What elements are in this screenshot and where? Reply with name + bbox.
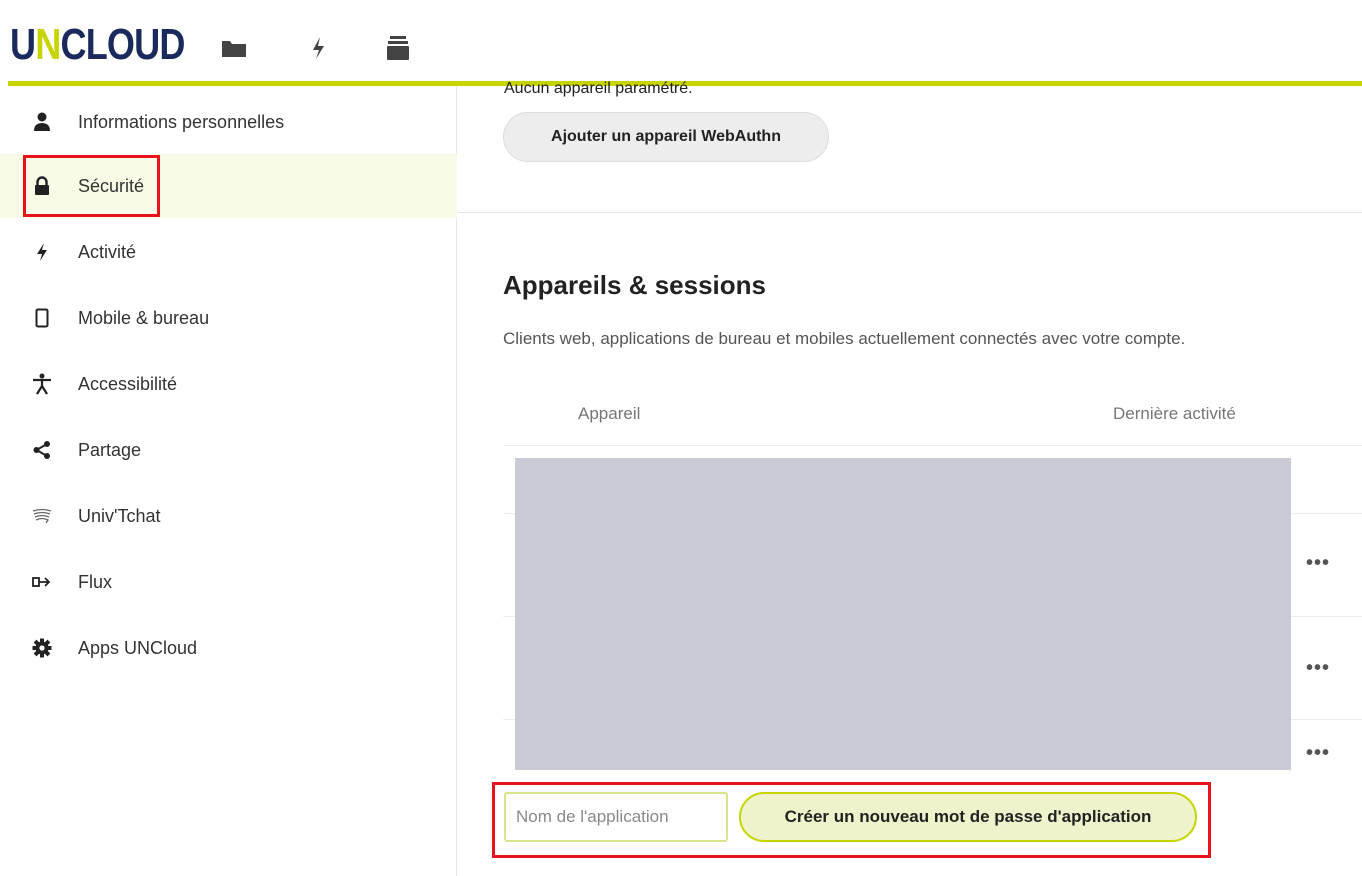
sidebar-item-label: Activité (78, 241, 137, 262)
add-webauthn-button[interactable]: Ajouter un appareil WebAuthn (503, 112, 829, 162)
sidebar-item-label: Mobile & bureau (78, 307, 210, 328)
chat-icon (30, 504, 54, 528)
security-highlight-box (23, 155, 160, 217)
activity-icon (30, 240, 54, 264)
section-divider (458, 212, 1362, 213)
webauthn-status-text: Aucun appareil paramétré. (504, 80, 693, 97)
flux-icon (30, 570, 54, 594)
session-row-menu-button[interactable]: ••• (1306, 552, 1330, 575)
sidebar-item-label: Apps UNCloud (78, 637, 198, 658)
session-row-menu-button[interactable]: ••• (1306, 742, 1330, 765)
phone-icon (30, 306, 54, 330)
sidebar-item-accessibility[interactable]: Accessibilité (0, 352, 457, 416)
sessions-title: Appareils & sessions (503, 270, 766, 300)
user-icon (30, 110, 54, 134)
app-header: UNCLOUD (0, 0, 1362, 86)
sidebar-item-flux[interactable]: Flux (0, 550, 457, 614)
gear-icon (30, 636, 54, 660)
sidebar-item-label: Partage (78, 439, 142, 460)
uncloud-logo[interactable]: UNCLOUD (10, 20, 185, 70)
sidebar-item-sharing[interactable]: Partage (0, 418, 457, 482)
table-row-divider (503, 445, 1362, 446)
main-content: Aucun appareil paramétré. Ajouter un app… (458, 80, 1362, 876)
sidebar-item-label: Accessibilité (78, 373, 178, 394)
sidebar-item-personal-info[interactable]: Informations personnelles (0, 90, 457, 154)
app-password-highlight-box (492, 782, 1211, 858)
redacted-sessions-area (515, 458, 1291, 770)
sidebar-item-apps-uncloud[interactable]: Apps UNCloud (0, 616, 457, 680)
activity-icon[interactable] (302, 34, 334, 62)
sidebar-item-univtchat[interactable]: Univ'Tchat (0, 484, 457, 548)
sessions-description: Clients web, applications de bureau et m… (503, 329, 1186, 348)
sidebar-item-mobile-desktop[interactable]: Mobile & bureau (0, 286, 457, 350)
share-icon (30, 438, 54, 462)
sidebar-item-activity[interactable]: Activité (0, 220, 457, 284)
session-row-menu-button[interactable]: ••• (1306, 657, 1330, 680)
column-header-last-activity: Dernière activité (1113, 404, 1236, 423)
archive-icon[interactable] (382, 34, 414, 62)
folder-icon[interactable] (218, 34, 250, 62)
sidebar-item-label: Univ'Tchat (78, 505, 161, 526)
accessibility-icon (30, 372, 54, 396)
sidebar-item-label: Flux (78, 571, 113, 592)
column-header-device: Appareil (578, 404, 641, 423)
sidebar-item-label: Informations personnelles (78, 111, 285, 132)
